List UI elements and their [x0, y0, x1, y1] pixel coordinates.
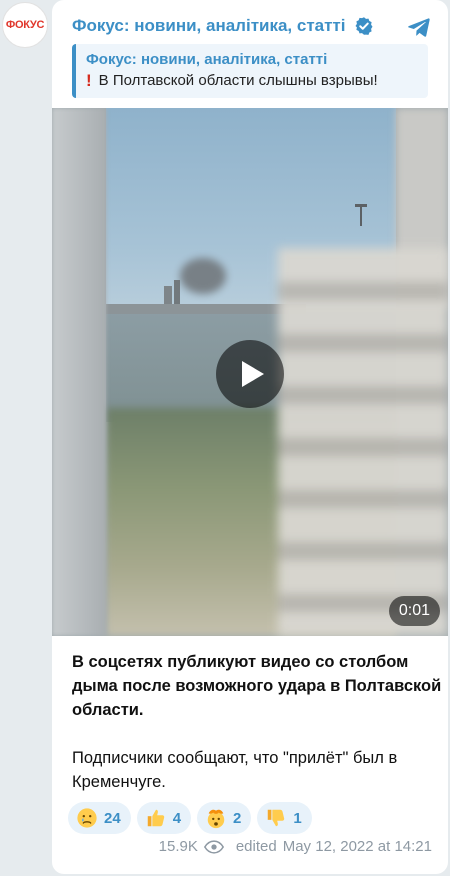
message-card: Фокус: новини, аналітика, статті Фокус: … — [52, 0, 448, 874]
avatar-logo-text: ФОКУС — [5, 19, 45, 31]
message-date: May 12, 2022 at 14:21 — [282, 838, 432, 855]
reaction-count: 1 — [293, 809, 302, 827]
message-text: В соцсетях публикуют видео со столбом ды… — [72, 650, 442, 794]
quote-title: Фокус: новини, аналітика, статті — [86, 51, 328, 68]
channel-name-link[interactable]: Фокус: новини, аналітика, статті — [72, 16, 346, 36]
crying-face-icon — [77, 808, 97, 828]
telegram-icon[interactable] — [406, 14, 432, 40]
video-building — [278, 248, 448, 636]
video-crane — [355, 204, 367, 226]
video-horizon — [106, 304, 306, 314]
channel-avatar[interactable]: ФОКУС — [2, 2, 48, 48]
thumbs-down-icon — [268, 809, 285, 827]
reaction-crying-face[interactable]: 24 — [68, 802, 131, 834]
reaction-thumbs-up[interactable]: 4 — [136, 802, 192, 834]
views-count: 15.9K — [158, 838, 198, 855]
reaction-count: 24 — [104, 809, 121, 827]
thumbs-up-icon — [147, 809, 164, 827]
reaction-count: 4 — [172, 809, 182, 827]
video-smoke — [180, 258, 226, 294]
reactions-bar: 24 4 2 1 — [68, 802, 318, 834]
eye-icon — [203, 839, 224, 854]
exclamation-icon: ! — [86, 71, 92, 90]
message-header: Фокус: новини, аналітика, статті — [72, 12, 438, 40]
reaction-exploding-head[interactable]: 2 — [197, 802, 252, 834]
video-duration: 0:01 — [388, 596, 440, 626]
reaction-count: 2 — [233, 809, 242, 827]
exploding-head-icon — [207, 809, 225, 829]
video-chimney — [164, 286, 172, 304]
video-chimney — [174, 280, 180, 304]
verified-badge-icon — [355, 17, 372, 35]
message-meta: 15.9K edited May 12, 2022 at 14:21 — [159, 838, 432, 855]
message-paragraph-bold: В соцсетях публикуют видео со столбом ды… — [72, 653, 442, 719]
play-icon — [242, 361, 264, 387]
quote-text-row: ! В Полтавской области слышны взрывы! — [86, 70, 418, 92]
reply-quote[interactable]: Фокус: новини, аналітика, статті ! В Пол… — [72, 44, 428, 98]
play-button[interactable] — [216, 340, 284, 408]
video-foreground-blur — [52, 108, 106, 636]
message-paragraph: Подписчики сообщают, что "прилёт" был в … — [72, 749, 398, 791]
reaction-thumbs-down[interactable]: 1 — [257, 802, 312, 834]
quote-text: В Полтавской области слышны взрывы! — [98, 72, 378, 89]
video-player[interactable]: 0:01 — [52, 108, 448, 636]
edited-label: edited — [235, 838, 277, 855]
